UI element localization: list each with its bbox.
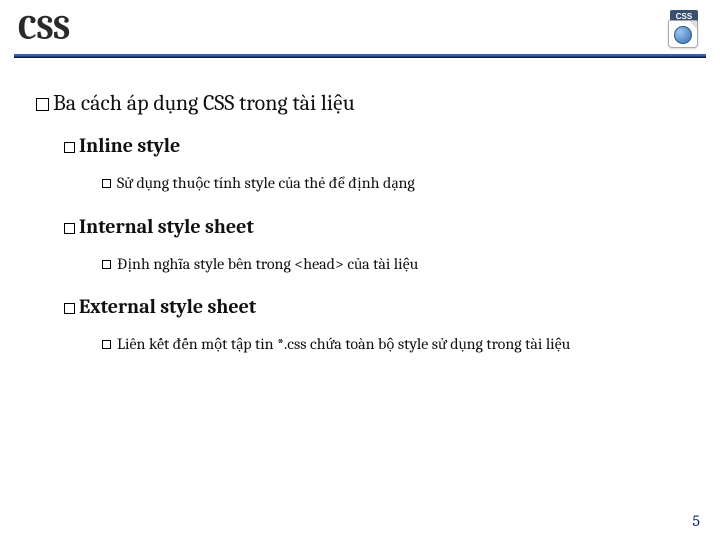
square-bullet-icon — [64, 142, 75, 153]
desc-text: Sử dụng thuộc tính style của thẻ để định… — [117, 174, 415, 192]
globe-icon — [674, 26, 692, 44]
subheading-text: External style sheet — [79, 295, 256, 318]
slide-header: CSS CSS — [0, 0, 720, 48]
square-bullet-icon — [102, 179, 111, 188]
square-bullet-icon — [102, 340, 111, 349]
square-bullet-icon — [64, 303, 75, 314]
page-number: 5 — [692, 512, 700, 530]
body-text-inline: Sử dụng thuộc tính style của thẻ để định… — [102, 167, 694, 201]
body-text-external: Liên kết đến một tập tin *.css chứa toàn… — [102, 328, 694, 362]
desc-text: Liên kết đến một tập tin *.css chứa toàn… — [117, 335, 570, 353]
subheading-inline: Inline style — [64, 134, 694, 157]
square-bullet-icon — [102, 260, 111, 269]
subheading-text: Inline style — [79, 134, 180, 157]
square-bullet-icon — [36, 98, 49, 111]
desc-text: Định nghĩa style bên trong <head> của tà… — [117, 255, 418, 273]
main-heading: Ba cách áp dụng CSS trong tài liệu — [36, 90, 694, 116]
css-file-icon: CSS — [664, 10, 702, 48]
slide-title: CSS — [18, 8, 70, 48]
body-text-internal: Định nghĩa style bên trong <head> của tà… — [102, 248, 694, 282]
heading-text: Ba cách áp dụng CSS trong tài liệu — [53, 90, 355, 116]
subheading-external: External style sheet — [64, 295, 694, 318]
slide-body: Ba cách áp dụng CSS trong tài liệu Inlin… — [0, 58, 720, 362]
square-bullet-icon — [64, 223, 75, 234]
subheading-internal: Internal style sheet — [64, 215, 694, 238]
subheading-text: Internal style sheet — [79, 215, 254, 238]
